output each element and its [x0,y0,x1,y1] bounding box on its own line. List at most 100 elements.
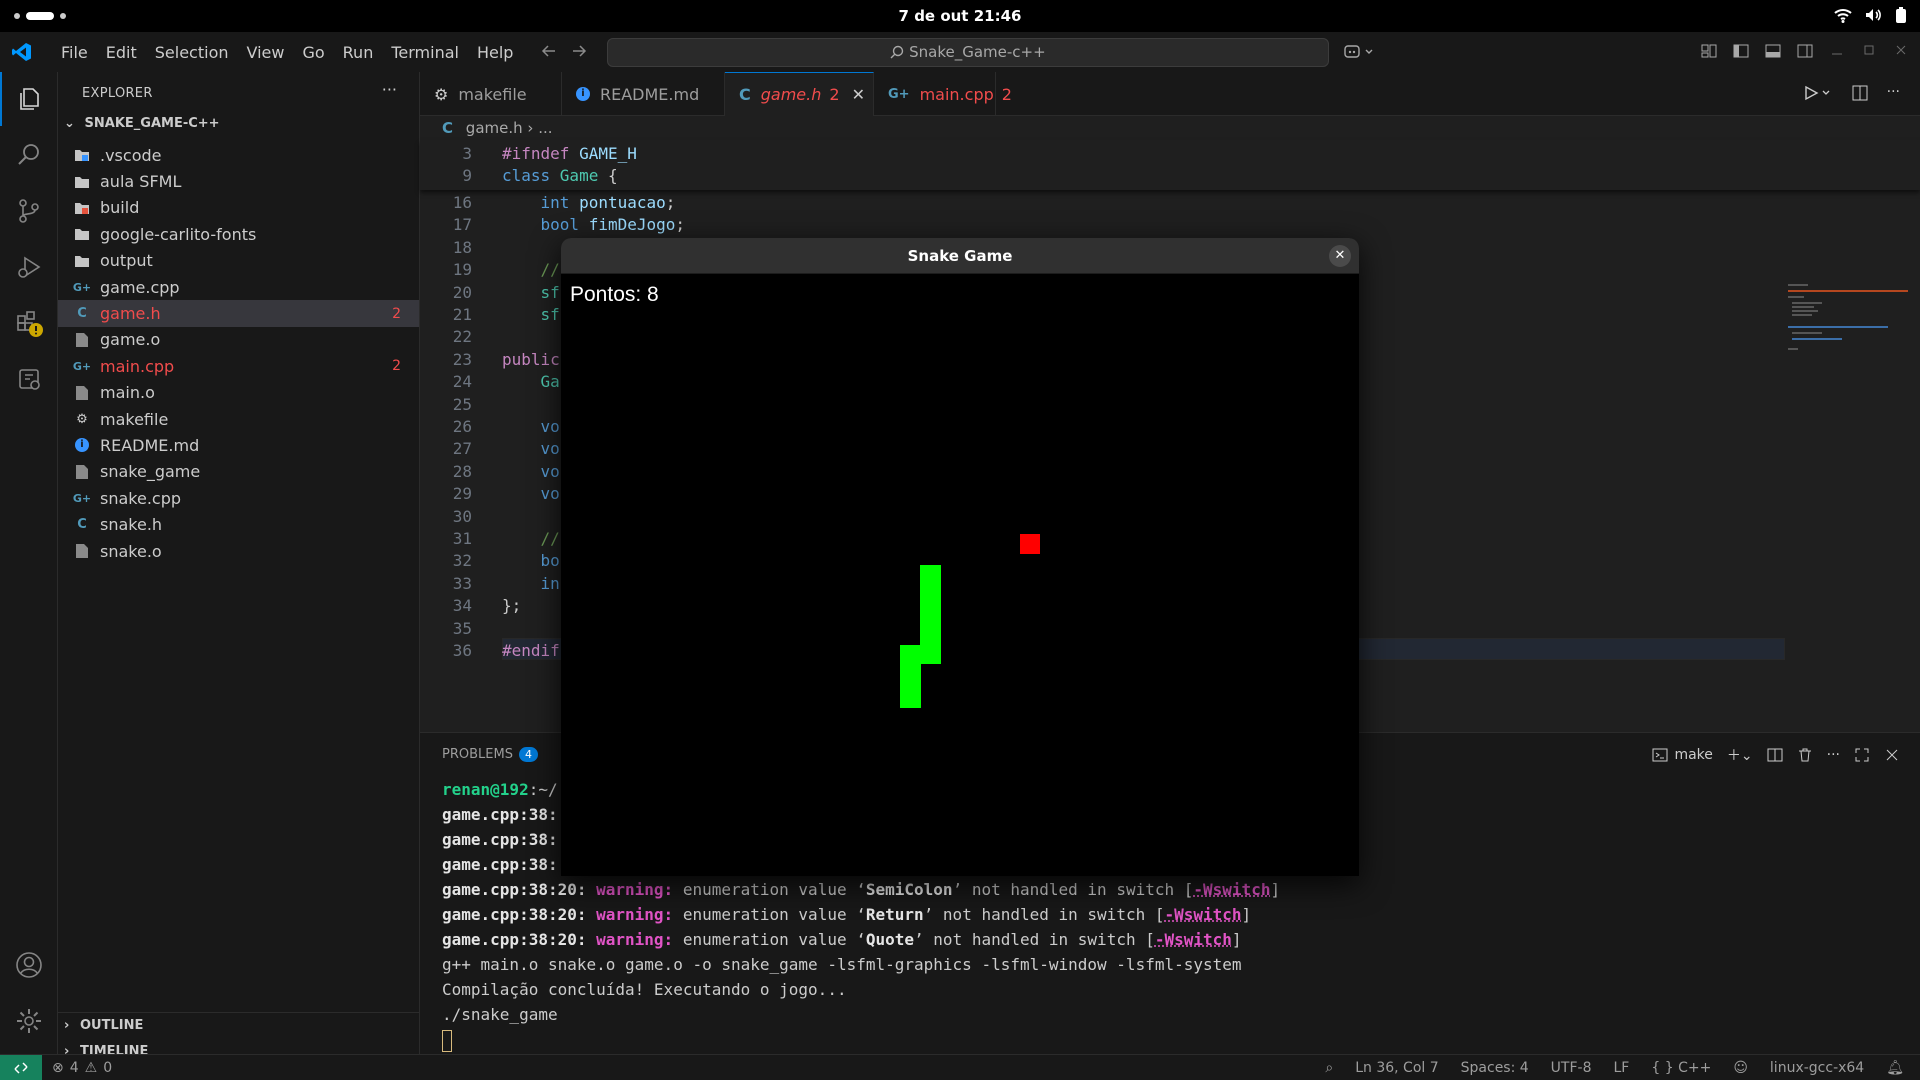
terminal-instance[interactable]: make [1652,747,1713,763]
close-window-icon[interactable] [1892,40,1910,62]
notifications-icon[interactable]: 🔔︎ [1886,1060,1904,1076]
cursor-position[interactable]: Ln 36, Col 7 [1355,1060,1438,1076]
maximize-panel-icon[interactable] [1854,747,1870,763]
menu-selection[interactable]: Selection [146,43,238,62]
menu-terminal[interactable]: Terminal [382,43,468,62]
breadcrumb-file[interactable]: game.h [466,119,523,137]
trash-icon[interactable] [1797,747,1813,763]
line-number: 21 [452,305,472,324]
file-tree-item[interactable]: game.o [58,327,419,353]
split-editor-icon[interactable] [1851,84,1869,102]
file-tree-item[interactable]: G+ snake.cpp [58,485,419,511]
close-tab-icon[interactable]: ✕ [852,85,865,104]
maximize-icon[interactable] [1860,40,1878,62]
activity-search[interactable] [0,128,58,182]
code-line[interactable]: 9 class Game { [420,165,1785,187]
sticky-scroll[interactable]: 3 #ifndef GAME_H 9 class Game { [420,140,1920,190]
code-line[interactable]: 3 #ifndef GAME_H [420,143,1785,165]
game-canvas[interactable]: Pontos: 8 [561,274,1359,876]
activity-run-debug[interactable] [0,240,58,294]
file-tree-item[interactable]: i README.md [58,432,419,458]
activity-explorer[interactable] [0,72,58,126]
toggle-secondary-sidebar-icon[interactable] [1796,40,1814,62]
close-panel-icon[interactable] [1884,747,1900,763]
back-arrow-icon[interactable] [540,40,558,62]
tab-makefile[interactable]: ⚙ makefile [420,72,562,116]
gear-icon: ⚙ [434,84,449,104]
toggle-panel-icon[interactable] [1764,40,1782,62]
code-text: bo [502,551,560,571]
activity-manage[interactable] [0,994,58,1048]
file-tree-item[interactable]: G+ main.cpp 2 [58,353,419,379]
snake-game-window[interactable]: Snake Game ✕ Pontos: 8 [561,238,1359,876]
file-tree-item[interactable]: main.o [58,380,419,406]
volume-icon [1866,9,1881,21]
run-code-icon[interactable] [1803,84,1833,102]
c-header-icon: C [442,119,454,137]
code-line[interactable]: 16 int pontuacao; [420,192,1785,214]
file-tree-item[interactable]: G+ game.cpp [58,274,419,300]
breadcrumb-symbol[interactable]: ... [538,119,552,137]
copilot-status-icon[interactable]: ☺ [1733,1060,1748,1076]
menu-run[interactable]: Run [334,43,383,62]
explorer-root-folder[interactable]: ⌄ SNAKE_GAME-C++ [64,116,220,131]
line-number: 24 [452,372,472,392]
code-line[interactable]: 17 bool fimDeJogo; [420,214,1785,236]
tab-game-h[interactable]: C game.h 2 ✕ [725,72,874,116]
file-tree-item[interactable]: output [58,248,419,274]
problems-status[interactable]: ⊗ 4 ⚠ 0 [52,1055,112,1080]
tab-main-cpp[interactable]: G+ main.cpp 2 [874,72,1012,116]
tab-problems[interactable]: PROBLEMS 4 [442,747,538,762]
more-actions-icon[interactable]: ··· [1827,747,1840,763]
game-window-title[interactable]: Snake Game [561,238,1359,274]
close-game-button[interactable]: ✕ [1329,245,1351,267]
file-tree-item[interactable]: build [58,195,419,221]
activity-extensions[interactable] [0,296,58,350]
file-tree-item[interactable]: snake_game [58,459,419,485]
file-tree-item[interactable]: ⚙ makefile [58,406,419,432]
menu-bar: File Edit Selection View Go Run Terminal… [52,32,522,72]
toggle-primary-sidebar-icon[interactable] [1732,40,1750,62]
new-terminal-icon[interactable]: ＋⌄ [1727,745,1753,765]
file-tree-item[interactable]: google-carlito-fonts [58,221,419,247]
customize-layout-icon[interactable] [1700,40,1718,62]
explorer-more-actions[interactable]: ··· [382,80,397,99]
split-terminal-icon[interactable] [1767,747,1783,763]
menu-view[interactable]: View [238,43,294,62]
menu-edit[interactable]: Edit [97,43,146,62]
minimize-icon[interactable] [1828,40,1846,62]
minimap[interactable] [1778,280,1908,370]
code-text: int pontuacao; [502,193,676,212]
indentation[interactable]: Spaces: 4 [1461,1060,1529,1076]
terminal-prompt[interactable] [442,1027,1882,1052]
file-tree: .vscode aula SFML build google-carlito-font… [58,142,419,564]
outline-section[interactable]: › OUTLINE [58,1012,419,1038]
end-of-line[interactable]: LF [1613,1060,1629,1076]
file-tree-item[interactable]: .vscode [58,142,419,168]
file-tree-item[interactable]: Csnake.h [58,511,419,537]
cpp-configuration[interactable]: linux-gcc-x64 [1770,1060,1864,1076]
file-tree-item[interactable]: snake.o [58,538,419,564]
menu-file[interactable]: File [52,43,97,62]
forward-arrow-icon[interactable] [570,40,588,62]
explorer-sidebar: EXPLORER ··· ⌄ SNAKE_GAME-C++ .vscode aul… [58,72,420,1059]
menu-help[interactable]: Help [468,43,522,62]
file-tree-item[interactable]: aula SFML [58,168,419,194]
clock[interactable]: 7 de out 21:46 [0,0,1920,32]
line-number: 36 [452,641,472,660]
more-actions-icon[interactable]: ··· [1887,84,1900,102]
system-tray[interactable] [1834,6,1908,24]
activity-accounts[interactable] [0,938,58,992]
remote-indicator[interactable] [0,1055,42,1080]
copilot-icon[interactable] [1344,43,1376,61]
file-encoding[interactable]: UTF-8 [1551,1060,1592,1076]
menu-go[interactable]: Go [293,43,333,62]
language-mode[interactable]: { } C++ [1651,1060,1711,1076]
tab-readme[interactable]: i README.md [562,72,725,116]
battery-icon [1896,7,1906,23]
command-center-search[interactable]: Snake_Game-c++ [607,38,1329,67]
activity-source-control[interactable] [0,184,58,238]
file-tree-item[interactable]: Cgame.h 2 [58,300,419,327]
zoom-icon[interactable]: ⌕ [1325,1060,1333,1076]
activity-remote-explorer[interactable] [0,352,58,406]
